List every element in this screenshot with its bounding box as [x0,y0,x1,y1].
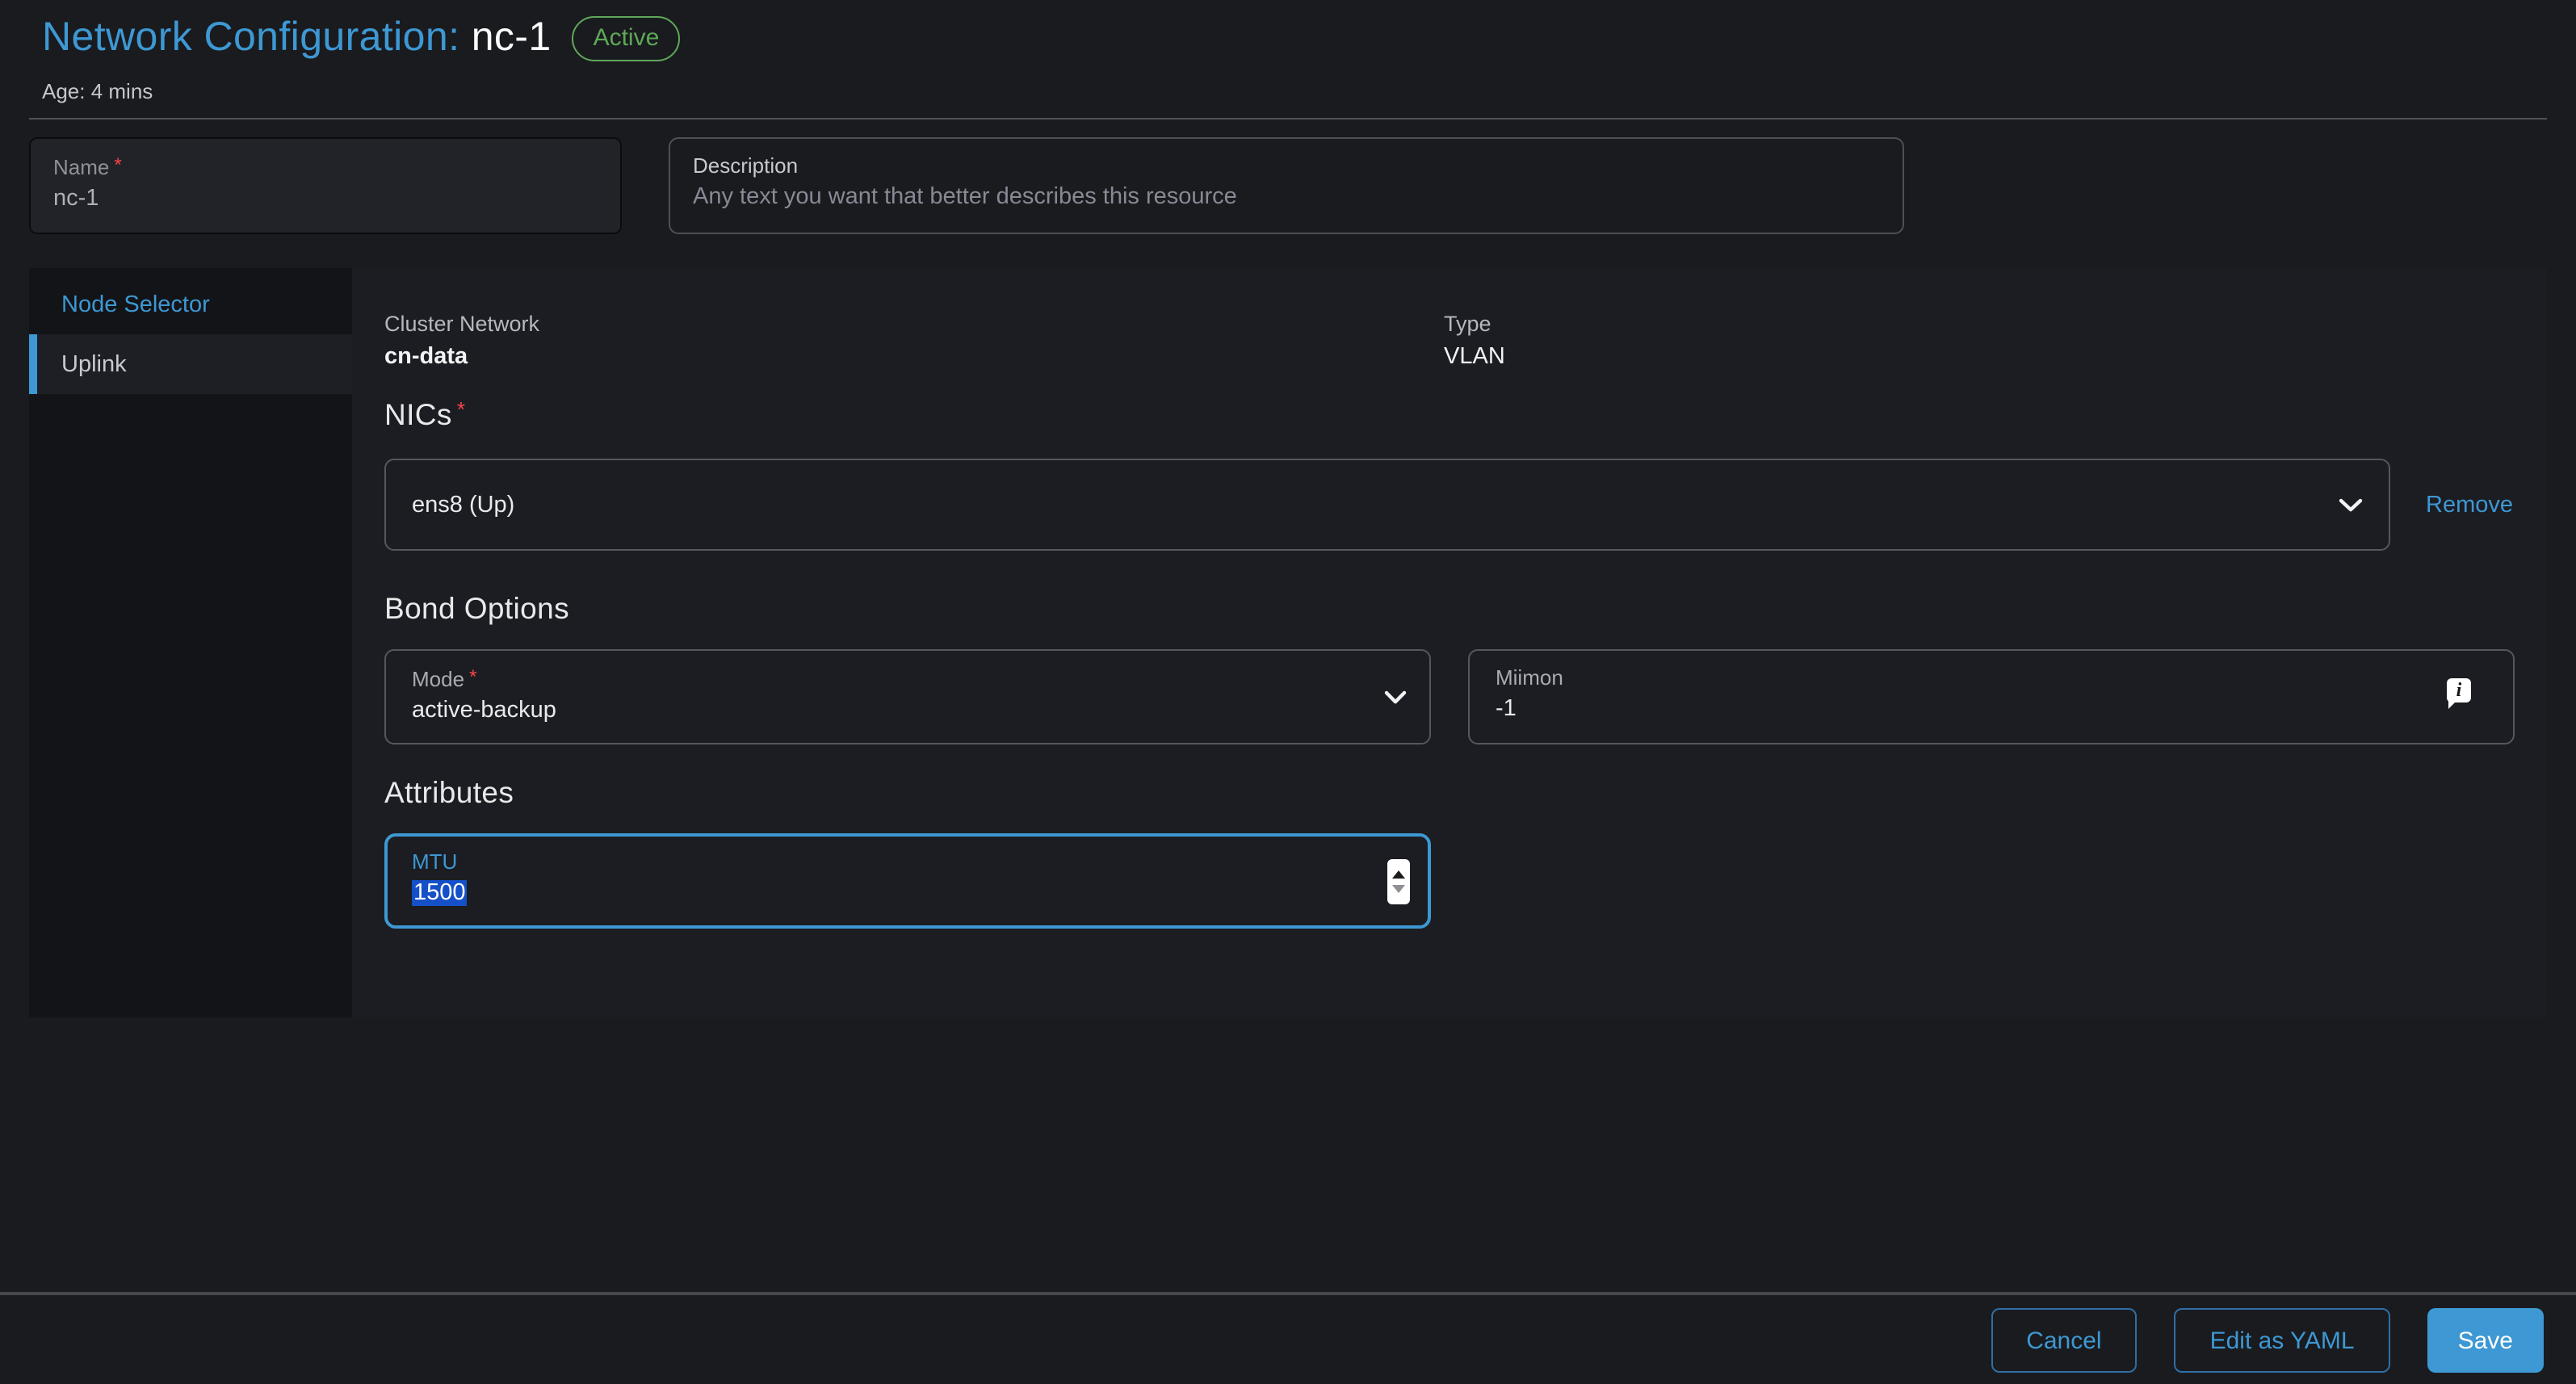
chevron-down-icon [2339,497,2363,512]
description-field-label: Description [693,153,1880,178]
description-field-placeholder: Any text you want that better describes … [693,184,1880,210]
page-header: Network Configuration: nc-1 Active Age: … [42,15,2534,103]
nics-heading: NICs* [384,397,465,433]
bond-mode-select[interactable]: Mode* active-backup [384,649,1431,744]
name-field-label: Name* [53,153,598,179]
uplink-panel: Cluster Network cn-data Type VLAN NICs* … [352,268,2547,1017]
tab-container: Node Selector Uplink Cluster Network cn-… [29,268,2547,1017]
page-title: Network Configuration: nc-1 [42,15,552,61]
tab-node-selector[interactable]: Node Selector [29,275,352,334]
remove-nic-button[interactable]: Remove [2426,492,2513,518]
miimon-field[interactable]: Miimon -1 i [1468,649,2515,744]
action-footer: Cancel Edit as YAML Save [1991,1308,2544,1373]
mtu-field[interactable]: MTU 1500 [384,833,1431,929]
page-title-resource-name: nc-1 [472,15,552,60]
nic-select-value: ens8 (Up) [412,492,514,518]
miimon-label: Miimon [1496,665,2487,690]
tab-uplink[interactable]: Uplink [29,334,352,394]
description-field[interactable]: Description Any text you want that bette… [669,137,1904,234]
stepper-down-icon[interactable] [1392,884,1405,892]
bond-mode-value: active-backup [412,698,1403,723]
type-info: Type VLAN [1444,312,1505,370]
chevron-down-icon [1384,690,1407,704]
bond-mode-label: Mode* [412,665,1403,691]
attributes-heading: Attributes [384,775,514,811]
required-asterisk: * [457,397,466,421]
type-label: Type [1444,312,1505,336]
cancel-button[interactable]: Cancel [1991,1308,2137,1373]
cluster-network-value: cn-data [384,344,539,370]
mtu-value: 1500 [412,880,1403,906]
basic-fields-row: Name* nc-1 Description Any text you want… [29,137,1904,234]
nics-row: ens8 (Up) Remove [384,459,2513,551]
type-value: VLAN [1444,344,1505,370]
mtu-label: MTU [412,849,1403,874]
footer-divider [0,1292,2576,1294]
status-badge: Active [573,15,681,61]
age-text: Age: 4 mins [42,79,2534,103]
miimon-value: -1 [1496,696,2487,722]
mtu-selected-text: 1500 [412,880,468,906]
bond-options-row: Mode* active-backup Miimon -1 i [384,649,2515,744]
name-field: Name* nc-1 [29,137,622,234]
stepper-up-icon[interactable] [1392,870,1405,878]
cluster-network-info: Cluster Network cn-data [384,312,539,370]
edit-as-yaml-button[interactable]: Edit as YAML [2175,1308,2390,1373]
required-asterisk: * [469,665,476,688]
save-button[interactable]: Save [2427,1308,2544,1373]
bond-options-heading: Bond Options [384,591,569,627]
info-tooltip-icon[interactable]: i [2447,678,2471,702]
header-divider [29,118,2547,120]
page-title-prefix: Network Configuration: [42,15,459,60]
required-asterisk: * [114,153,121,176]
cluster-network-label: Cluster Network [384,312,539,336]
attributes-row: MTU 1500 [384,833,1431,929]
tab-sidebar: Node Selector Uplink [29,268,352,1017]
nic-select[interactable]: ens8 (Up) [384,459,2390,551]
network-config-page: Network Configuration: nc-1 Active Age: … [0,0,2576,1384]
name-field-value: nc-1 [53,186,598,212]
number-stepper[interactable] [1387,858,1410,904]
